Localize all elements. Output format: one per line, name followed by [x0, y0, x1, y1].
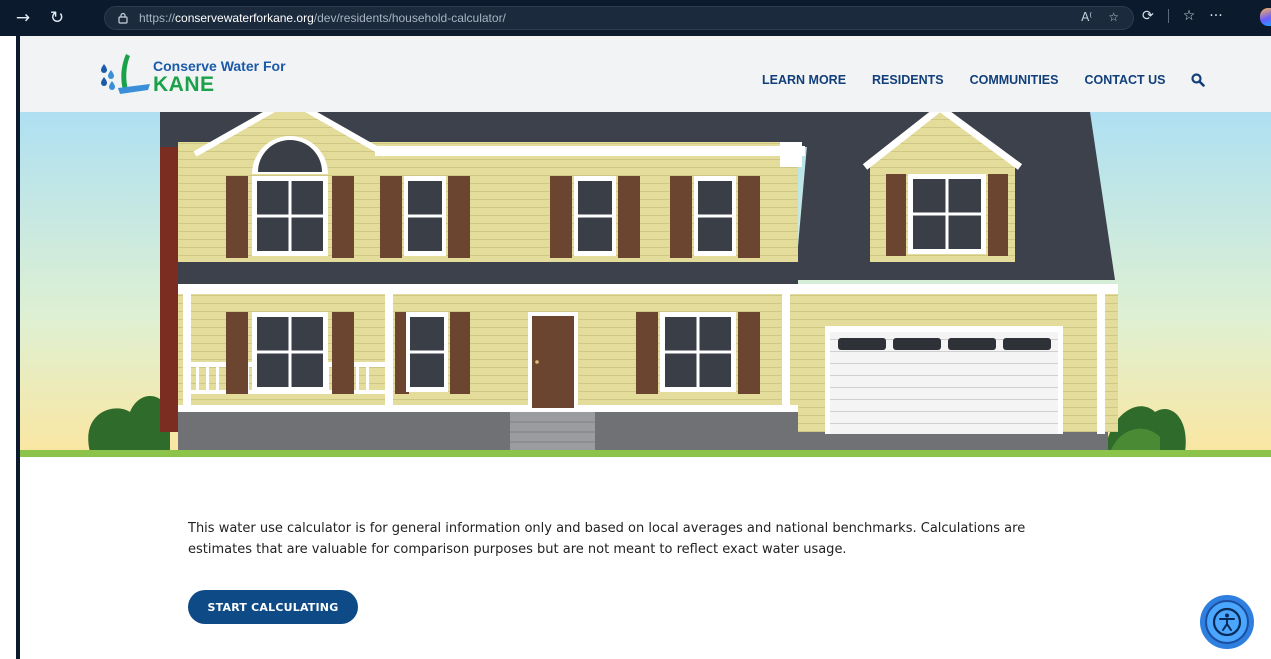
toolbar-divider: [1167, 9, 1169, 23]
address-bar[interactable]: https://conservewaterforkane.org/dev/res…: [104, 6, 1134, 30]
start-calculating-button[interactable]: START CALCULATING: [188, 590, 358, 624]
nav-communities[interactable]: COMMUNITIES: [970, 73, 1059, 87]
nav-contact-us[interactable]: CONTACT US: [1084, 73, 1165, 87]
main-navigation: LEARN MORE RESIDENTS COMMUNITIES CONTACT…: [762, 72, 1206, 87]
browser-toolbar: → ↻ https://conservewaterforkane.org/dev…: [0, 0, 1271, 36]
star-icon[interactable]: ☆: [1108, 10, 1119, 24]
read-aloud-icon[interactable]: A⁽: [1081, 10, 1092, 24]
refresh-icon[interactable]: ↻: [40, 8, 74, 28]
hero-house-illustration: [20, 112, 1271, 457]
nav-residents[interactable]: RESIDENTS: [872, 73, 944, 87]
site-header: Conserve Water For KANE LEARN MORE RESID…: [20, 36, 1271, 112]
nav-learn-more[interactable]: LEARN MORE: [762, 73, 846, 87]
extensions-icon[interactable]: ⟳: [1142, 8, 1154, 24]
favorites-icon[interactable]: ☆: [1183, 8, 1196, 24]
forward-arrow-icon[interactable]: →: [6, 8, 40, 28]
url-text: https://conservewaterforkane.org/dev/res…: [139, 11, 506, 25]
search-icon[interactable]: [1191, 73, 1206, 87]
site-info-icon[interactable]: [117, 12, 129, 24]
logo-title: Conserve Water For: [153, 58, 286, 74]
calculator-intro-text: This water use calculator is for general…: [188, 521, 1026, 557]
site-logo[interactable]: Conserve Water For KANE: [96, 50, 316, 100]
logo-subtitle: KANE: [153, 73, 215, 96]
copilot-icon[interactable]: [1260, 8, 1271, 26]
water-drops-logo-icon: [101, 54, 150, 94]
accessibility-icon: [1212, 607, 1242, 637]
accessibility-widget-button[interactable]: [1200, 595, 1254, 649]
more-menu-icon[interactable]: ···: [1209, 8, 1222, 24]
